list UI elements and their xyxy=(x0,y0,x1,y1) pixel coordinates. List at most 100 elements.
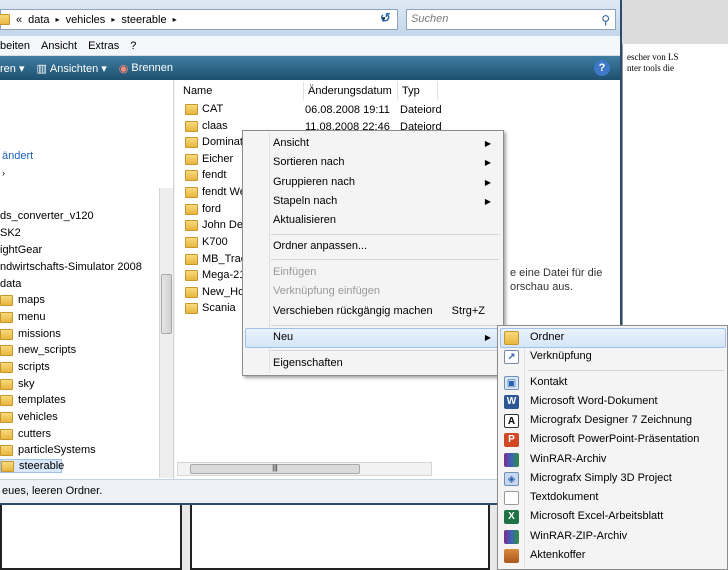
recently-changed-link[interactable]: ändert xyxy=(2,150,33,162)
help-icon[interactable]: ? xyxy=(594,60,610,76)
submenu-arrow-icon: ▶ xyxy=(484,158,491,167)
chevron-right-icon[interactable]: ▸ xyxy=(111,15,115,24)
menu-item-neu[interactable]: Neu ▶ xyxy=(273,328,501,347)
menu-item-label: Verschieben rückgängig machen xyxy=(273,305,433,317)
list-item[interactable]: claas xyxy=(185,120,228,132)
menu-item-verknuepfung-einfuegen[interactable]: Verknüpfung einfügen xyxy=(273,282,501,301)
list-item[interactable]: MB_Trac xyxy=(185,253,246,265)
search-icon[interactable]: ⚲ xyxy=(601,11,610,30)
tree-item[interactable]: sky xyxy=(0,378,35,390)
menu-item-stapeln[interactable]: Stapeln nach ▶ xyxy=(273,192,501,211)
chevron-right-icon[interactable]: ▸ xyxy=(173,15,177,24)
tree-item-label: particleSystems xyxy=(18,444,96,456)
tree-item[interactable]: vehicles xyxy=(0,411,58,423)
list-item[interactable]: Eicher xyxy=(185,153,233,165)
tree-item[interactable]: ndwirtschafts-Simulator 2008 xyxy=(0,261,142,273)
list-item[interactable]: Mega-21 xyxy=(185,269,245,281)
menu-item-ansicht[interactable]: Ansicht ▶ xyxy=(273,134,501,153)
submenu-item-verknuepfung[interactable]: Verknüpfung xyxy=(530,347,592,366)
list-item[interactable]: John Dee xyxy=(185,219,249,231)
menu-item-ordner-anpassen[interactable]: Ordner anpassen... xyxy=(273,237,501,256)
address-bar-area: « data ▸ vehicles ▸ steerable ▸ ▼ ↺ Such… xyxy=(0,0,620,36)
menu-item-rueckgaengig[interactable]: Verschieben rückgängig machen Strg+Z xyxy=(273,302,501,321)
list-item[interactable]: Dominat xyxy=(185,136,243,148)
chevron-right-icon[interactable]: ▸ xyxy=(56,15,60,24)
folder-icon xyxy=(0,378,13,390)
nav-scrollbar[interactable] xyxy=(159,188,173,478)
excel-icon: X xyxy=(504,510,519,524)
submenu-item-kontakt[interactable]: Kontakt xyxy=(530,373,567,392)
scrollbar-thumb[interactable] xyxy=(161,274,172,334)
breadcrumb-steerable[interactable]: steerable xyxy=(121,14,166,26)
menu-item-extras[interactable]: Extras xyxy=(88,40,119,52)
breadcrumb-data[interactable]: data xyxy=(28,14,49,26)
list-item[interactable]: fendt xyxy=(185,169,226,181)
list-item[interactable]: ford xyxy=(185,203,221,215)
doc-text-line: nter tools die xyxy=(627,63,674,73)
list-item[interactable]: Scania xyxy=(185,302,236,314)
submenu-item-designer[interactable]: Micrografx Designer 7 Zeichnung xyxy=(530,411,692,430)
tree-item[interactable]: data xyxy=(0,278,21,290)
submenu-item-excel[interactable]: Microsoft Excel-Arbeitsblatt xyxy=(530,507,663,526)
list-item[interactable]: New_Hol xyxy=(185,286,247,298)
refresh-icon[interactable]: ↺ xyxy=(380,10,391,26)
tree-item-label: vehicles xyxy=(18,411,58,423)
tree-item[interactable]: templates xyxy=(0,394,66,406)
file-name: New_Hol xyxy=(202,286,247,298)
chevron-right-icon[interactable]: › xyxy=(2,168,5,178)
folder-icon xyxy=(0,294,13,306)
designer-icon: A xyxy=(504,414,519,428)
preview-text: e eine Datei für die xyxy=(510,267,603,279)
folder-icon xyxy=(185,219,198,231)
submenu-item-powerpoint[interactable]: Microsoft PowerPoint-Präsentation xyxy=(530,430,699,449)
status-text: eues, leeren Ordner. xyxy=(2,485,103,497)
submenu-item-winrar[interactable]: WinRAR-Archiv xyxy=(530,450,606,469)
winrar-icon xyxy=(504,453,519,467)
menu-item-edit[interactable]: beiten xyxy=(0,40,30,52)
scrollbar-thumb[interactable]: ||| xyxy=(190,464,360,474)
menu-bar: beiten Ansicht Extras ? xyxy=(0,36,620,56)
submenu-item-ordner[interactable]: Ordner xyxy=(530,328,564,347)
organize-button[interactable]: ren ▾ xyxy=(0,62,24,75)
breadcrumb-overflow[interactable]: « xyxy=(16,14,22,26)
tree-item-label: missions xyxy=(18,328,61,340)
tree-item[interactable]: scripts xyxy=(0,361,50,373)
folder-icon xyxy=(0,428,13,440)
tree-item[interactable]: SK2 xyxy=(0,227,21,239)
breadcrumb-vehicles[interactable]: vehicles xyxy=(66,14,106,26)
tree-item[interactable]: ightGear xyxy=(0,244,42,256)
submenu-item-winrar-zip[interactable]: WinRAR-ZIP-Archiv xyxy=(530,527,627,546)
tree-item[interactable]: menu xyxy=(0,311,46,323)
menu-item-gruppieren[interactable]: Gruppieren nach ▶ xyxy=(273,173,501,192)
submenu-item-textdokument[interactable]: Textdokument xyxy=(530,488,598,507)
tree-item[interactable]: missions xyxy=(0,328,61,340)
list-item[interactable]: CAT xyxy=(185,103,223,115)
views-button[interactable]: Ansichten ▾ xyxy=(50,62,107,75)
address-field[interactable]: « data ▸ vehicles ▸ steerable ▸ ▼ xyxy=(0,9,398,30)
simply3d-icon: ◈ xyxy=(504,472,519,486)
list-item[interactable]: K700 xyxy=(185,236,228,248)
column-header-type[interactable]: Typ xyxy=(398,82,438,100)
horizontal-scrollbar[interactable]: ||| xyxy=(177,462,432,476)
tree-item[interactable]: new_scripts xyxy=(0,344,76,356)
list-item[interactable]: fendt We xyxy=(185,186,246,198)
tree-item[interactable]: ds_converter_v120 xyxy=(0,210,94,222)
submenu-item-aktenkoffer[interactable]: Aktenkoffer xyxy=(530,546,585,565)
tree-item-selected[interactable]: steerable xyxy=(0,459,64,473)
submenu-item-word[interactable]: Microsoft Word-Dokument xyxy=(530,392,658,411)
menu-item-aktualisieren[interactable]: Aktualisieren xyxy=(273,211,501,230)
menu-item-eigenschaften[interactable]: Eigenschaften xyxy=(273,354,501,373)
column-header-date[interactable]: Änderungsdatum xyxy=(304,82,398,100)
menu-item-help[interactable]: ? xyxy=(130,40,136,52)
menu-item-einfuegen[interactable]: Einfügen xyxy=(273,263,501,282)
file-name: ford xyxy=(202,203,221,215)
search-input[interactable]: Suchen ⚲ xyxy=(406,9,616,30)
tree-item[interactable]: cutters xyxy=(0,428,51,440)
tree-item[interactable]: particleSystems xyxy=(0,444,96,456)
menu-item-view[interactable]: Ansicht xyxy=(41,40,77,52)
burn-button[interactable]: Brennen xyxy=(131,62,173,74)
column-header-name[interactable]: Name xyxy=(179,82,304,100)
submenu-item-simply3d[interactable]: Micrografx Simply 3D Project xyxy=(530,469,672,488)
tree-item[interactable]: maps xyxy=(0,294,45,306)
menu-item-sortieren[interactable]: Sortieren nach ▶ xyxy=(273,153,501,172)
